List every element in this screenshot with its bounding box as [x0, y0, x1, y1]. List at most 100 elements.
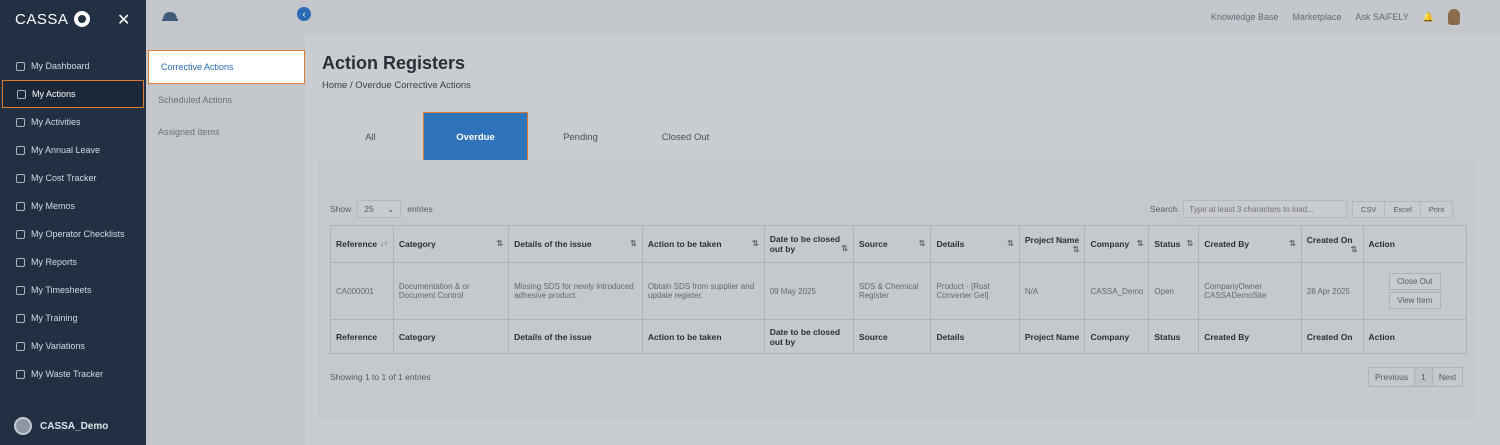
footer-header: Date to be closed out by: [763, 319, 854, 354]
table-header-row: Reference ↓↑ Category ⇅ Details of the iss…: [330, 225, 1467, 263]
knowledge-base-link[interactable]: Knowledge Base: [1211, 12, 1279, 22]
table-footer-row: Reference Category Details of the issue …: [330, 319, 1467, 354]
view-item-button[interactable]: View Item: [1388, 292, 1441, 309]
header-label: Source: [858, 239, 888, 249]
sort-icon: ⇅: [630, 239, 637, 248]
sidebar-item-my-training[interactable]: My Training: [0, 304, 146, 332]
column-header[interactable]: Status ⇅: [1148, 225, 1200, 263]
header-label: Company: [1090, 239, 1130, 249]
ask-saifely-link[interactable]: Ask SAiFELY: [1355, 12, 1408, 22]
brand-name: CASSA: [15, 10, 69, 28]
sidebar-item-my-memos[interactable]: My Memos: [0, 192, 146, 220]
sidebar-item-my-dashboard[interactable]: My Dashboard: [0, 52, 146, 80]
table-cell: Open: [1148, 262, 1200, 320]
collapse-sidebar-button[interactable]: ‹: [297, 7, 311, 21]
column-header[interactable]: Created On ⇅: [1300, 225, 1364, 263]
header-label: Created On: [1306, 234, 1353, 245]
sidebar-user[interactable]: CASSA_Demo: [14, 417, 108, 435]
sidebar-item-label: My Annual Leave: [31, 145, 101, 155]
page-1-button[interactable]: 1: [1414, 368, 1432, 386]
avatar: [14, 417, 32, 435]
main-sidebar: CASSA ✕ My Dashboard My Actions My Activ…: [0, 0, 146, 445]
column-header: Action: [1362, 225, 1467, 263]
brand-logo-icon: [74, 11, 91, 27]
footer-header: Created On: [1300, 319, 1364, 354]
close-icon[interactable]: ✕: [117, 10, 130, 30]
sidebar-item-my-cost-tracker[interactable]: My Cost Tracker: [0, 164, 146, 192]
tab-bar: All Overdue Pending Closed Out: [318, 112, 738, 162]
sidebar-item-my-reports[interactable]: My Reports: [0, 248, 146, 276]
table-row: CA000001 Documentation & or Document Con…: [330, 262, 1467, 320]
close-out-button[interactable]: Close Out: [1388, 273, 1441, 290]
sidebar-item-my-actions[interactable]: My Actions: [2, 80, 144, 108]
sidebar-user-name: CASSA_Demo: [40, 420, 109, 432]
waste-icon: [16, 369, 25, 379]
export-buttons: CSV Excel Print: [1352, 201, 1454, 218]
header-label: Project Name: [1024, 234, 1080, 245]
submenu-item-scheduled-actions[interactable]: Scheduled Actions: [146, 84, 305, 116]
column-header[interactable]: Details ⇅: [930, 225, 1020, 263]
sidebar-item-my-annual-leave[interactable]: My Annual Leave: [0, 136, 146, 164]
bell-icon[interactable]: 🔔: [1423, 12, 1434, 23]
table-cell: Product - [Rust Converter Gel]: [930, 262, 1020, 320]
action-cell: Close Out View Item: [1362, 262, 1467, 320]
tab-closed-out[interactable]: Closed Out: [633, 112, 738, 162]
header-label: Action to be taken: [647, 239, 722, 249]
header-label: Reference: [336, 239, 378, 249]
variations-icon: [16, 341, 25, 351]
column-header[interactable]: Source ⇅: [852, 225, 932, 263]
table-cell: Missing SDS for newly introduced adhesiv…: [508, 262, 643, 320]
sidebar-item-my-operator-checklists[interactable]: My Operator Checklists: [0, 220, 146, 248]
table-cell: SDS & Chemical Register: [852, 262, 932, 320]
previous-page-button[interactable]: Previous: [1369, 368, 1414, 386]
sort-icon: ⇅: [1136, 239, 1144, 248]
column-header[interactable]: Category ⇅: [392, 225, 510, 263]
sidebar-item-label: My Operator Checklists: [31, 229, 125, 239]
sidebar-item-label: My Activities: [31, 117, 81, 127]
next-page-button[interactable]: Next: [1431, 368, 1462, 386]
column-header[interactable]: Details of the issue ⇅: [508, 225, 643, 263]
tab-pending[interactable]: Pending: [528, 112, 633, 162]
csv-button[interactable]: CSV: [1353, 202, 1385, 217]
sidebar-item-my-variations[interactable]: My Variations: [0, 332, 146, 360]
sort-icon: ⇅: [1007, 239, 1014, 248]
header-label: Created By: [1204, 239, 1250, 249]
sidebar-item-label: My Dashboard: [31, 61, 90, 71]
sidebar-item-my-activities[interactable]: My Activities: [0, 108, 146, 136]
submenu-item-corrective-actions[interactable]: Corrective Actions: [148, 50, 305, 84]
cost-icon: [16, 173, 25, 183]
footer-header: Status: [1148, 319, 1200, 354]
tab-all[interactable]: All: [318, 112, 423, 162]
pagination: Previous 1 Next: [1368, 367, 1464, 387]
excel-button[interactable]: Excel: [1384, 202, 1420, 217]
sidebar-item-my-waste-tracker[interactable]: My Waste Tracker: [0, 360, 146, 388]
search-control: Search:: [1150, 200, 1348, 218]
entries-select[interactable]: 25 ⌄: [357, 200, 402, 218]
sidebar-item-label: My Memos: [31, 201, 76, 211]
user-avatar[interactable]: [1448, 9, 1460, 25]
tab-overdue[interactable]: Overdue: [423, 112, 528, 162]
print-button[interactable]: Print: [1419, 202, 1453, 217]
marketplace-link[interactable]: Marketplace: [1292, 12, 1341, 22]
column-header[interactable]: Created By ⇅: [1198, 225, 1302, 263]
sort-icon: ⇅: [1186, 239, 1194, 248]
footer-header: Created By: [1198, 319, 1302, 354]
column-header[interactable]: Date to be closed out by ⇅: [763, 225, 854, 263]
chevron-down-icon: ⌄: [387, 203, 395, 214]
helmet-icon: [162, 12, 178, 21]
column-header[interactable]: Company ⇅: [1084, 225, 1150, 263]
table-cell: CompanyOwner CASSADemoSite: [1198, 262, 1302, 320]
sort-icon: ⇅: [496, 239, 504, 248]
sidebar-item-label: My Reports: [31, 257, 78, 267]
search-input[interactable]: [1183, 200, 1348, 218]
submenu-item-assigned-items[interactable]: Assigned Items: [146, 116, 305, 148]
column-header[interactable]: Action to be taken ⇅: [641, 225, 765, 263]
column-header[interactable]: Reference ↓↑: [330, 225, 394, 263]
breadcrumb[interactable]: Home / Overdue Corrective Actions: [322, 80, 471, 91]
sidebar-item-label: My Waste Tracker: [31, 369, 104, 379]
sidebar-item-my-timesheets[interactable]: My Timesheets: [0, 276, 146, 304]
table-cell: 09 May 2025: [763, 262, 854, 320]
entries-control: Show 25 ⌄ entries: [330, 200, 433, 218]
header-label: Status: [1154, 239, 1181, 249]
column-header[interactable]: Project Name ⇅: [1018, 225, 1086, 263]
